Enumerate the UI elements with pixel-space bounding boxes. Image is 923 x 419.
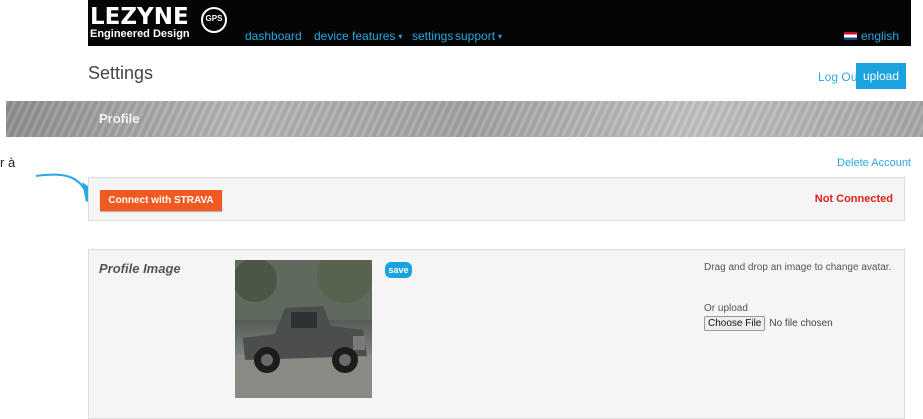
logout-link[interactable]: Log Out [818,70,861,84]
lezyne-logo[interactable]: LEZYNE Engineered Design GPS [88,4,228,44]
nav-dashboard[interactable]: dashboard [245,29,302,43]
truck-photo-icon [235,260,372,398]
nav-support[interactable]: support ▾ [455,29,502,43]
connect-strava-button[interactable]: Connect with STRAVA [100,190,222,211]
profile-section-banner: Profile [6,101,923,137]
nav-device-features[interactable]: device features ▾ [314,29,402,43]
profile-banner-title: Profile [99,111,140,126]
chevron-down-icon: ▾ [398,32,403,41]
save-avatar-button[interactable]: save [385,262,412,278]
logo-wordmark: LEZYNE [90,4,189,30]
avatar-image [235,260,372,398]
gps-root-badge-icon: GPS [201,7,227,33]
clipped-annotation-text: r à [0,155,16,170]
connection-status: Not Connected [814,193,893,205]
file-status: No file chosen [769,318,833,329]
nav-settings[interactable]: settings [412,29,453,43]
logo-tagline: Engineered Design [90,28,190,40]
profile-image-panel: Profile Image save Drag and drop an imag… [88,249,905,419]
strava-connection-panel: Connect with STRAVA Not Connected [88,177,905,221]
delete-account-link[interactable]: Delete Account [837,157,911,169]
uk-flag-icon [843,32,857,40]
page-title: Settings [88,63,154,83]
or-upload-label: Or upload [704,303,748,314]
file-input: Choose File No file chosen [704,316,833,331]
drag-drop-hint: Drag and drop an image to change avatar. [704,262,892,273]
top-nav-bar: LEZYNE Engineered Design GPS dashboard d… [88,0,911,46]
language-selector[interactable]: english [843,29,899,43]
choose-file-button[interactable]: Choose File [704,316,766,331]
profile-image-heading: Profile Image [99,261,181,276]
upload-button[interactable]: upload [856,63,906,89]
chevron-down-icon: ▾ [498,32,503,41]
